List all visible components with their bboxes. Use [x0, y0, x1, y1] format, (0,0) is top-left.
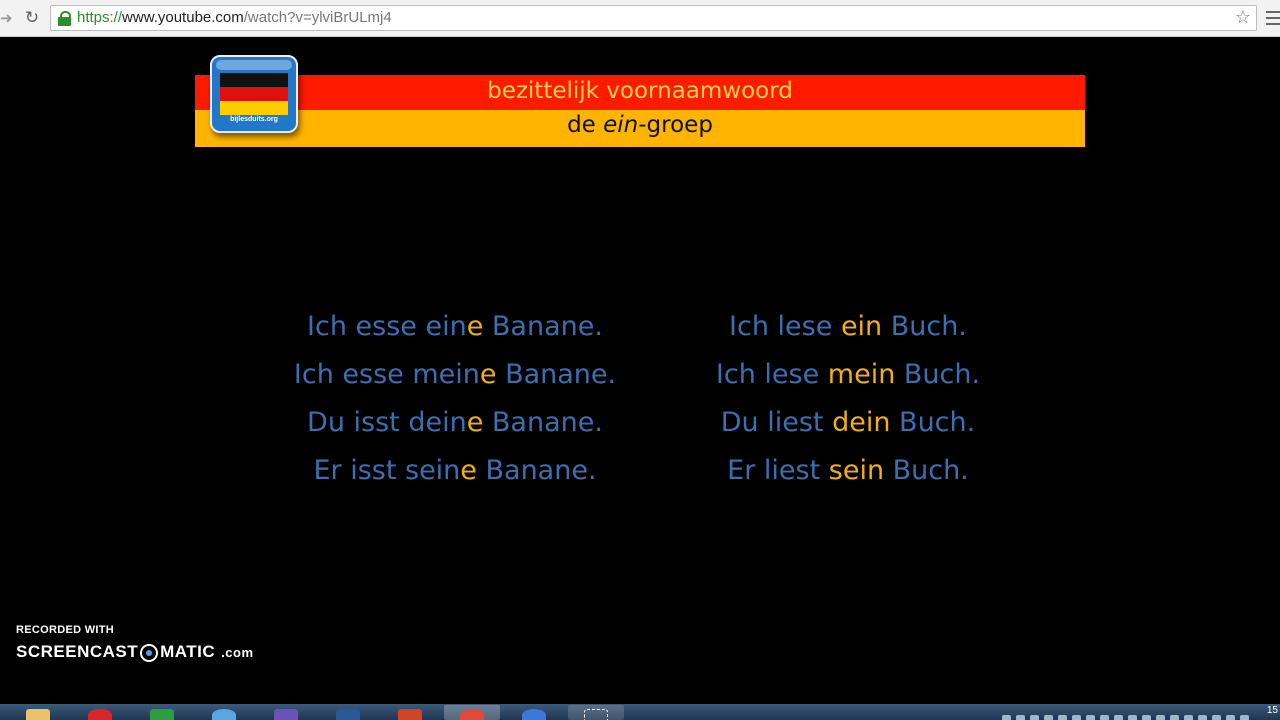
sentence-line: Ich esse eine Banane.: [307, 311, 603, 342]
logo-caption: bijlesduits.org: [230, 116, 278, 123]
subtitle-pre: de: [567, 112, 604, 138]
taskbar-opera-icon[interactable]: [72, 705, 128, 720]
windows-taskbar: 15: [0, 704, 1280, 720]
subtitle-post: -groep: [638, 112, 713, 138]
tray-icon[interactable]: [1142, 715, 1151, 720]
recording-watermark[interactable]: RECORDED WITH SCREENCAST MATIC .com: [16, 624, 254, 662]
tray-icon[interactable]: [1184, 715, 1193, 720]
url-host: www.youtube.com: [122, 9, 244, 26]
sentence-line: Ich esse meine Banane.: [293, 359, 617, 390]
forward-arrow-icon[interactable]: ➜: [0, 9, 14, 27]
taskbar-word-icon[interactable]: [320, 705, 376, 720]
taskbar-app-icon[interactable]: [134, 705, 190, 720]
sentence-line: Er isst seine Banane.: [313, 455, 597, 486]
tray-icon[interactable]: [1128, 715, 1137, 720]
taskbar-clock[interactable]: 15: [1267, 705, 1278, 716]
reload-icon[interactable]: ↻: [22, 8, 42, 28]
sentence-line: Er liest sein Buch.: [727, 455, 969, 486]
tray-icon[interactable]: [1226, 715, 1235, 720]
tray-icon[interactable]: [1072, 715, 1081, 720]
tray-icon[interactable]: [1044, 715, 1053, 720]
taskbar-powerpoint-icon[interactable]: [382, 705, 438, 720]
taskbar-chrome-icon[interactable]: [444, 705, 500, 720]
subtitle-emphasis: ein: [603, 112, 639, 138]
taskbar-explorer-icon[interactable]: [10, 705, 66, 720]
tray-icon[interactable]: [1114, 715, 1123, 720]
url-field[interactable]: https://www.youtube.com/watch?v=ylviBrUL…: [50, 5, 1257, 31]
url-scheme: https://: [77, 9, 123, 26]
sentence-line: Ich lese mein Buch.: [715, 359, 981, 390]
german-flag-logo: bijlesduits.org: [210, 55, 298, 133]
tray-icon[interactable]: [1198, 715, 1207, 720]
system-tray[interactable]: [1002, 709, 1254, 720]
tray-icon[interactable]: [1100, 715, 1109, 720]
taskbar-ie-icon[interactable]: [196, 705, 252, 720]
left-sentence-column: Ich esse eine Banane. Ich esse meine Ban…: [255, 307, 655, 499]
url-text[interactable]: https://www.youtube.com/watch?v=ylviBrUL…: [77, 9, 392, 26]
taskbar-app-icon[interactable]: [506, 705, 562, 720]
watermark-brand: SCREENCAST MATIC .com: [16, 642, 254, 662]
watermark-recorded-with: RECORDED WITH: [16, 624, 115, 636]
lock-icon: [58, 11, 71, 26]
url-path: /watch?v=ylviBrULmj4: [243, 9, 392, 26]
tray-icon[interactable]: [1016, 715, 1025, 720]
tray-icon[interactable]: [1002, 715, 1011, 720]
tray-icon[interactable]: [1170, 715, 1179, 720]
taskbar-app-icon[interactable]: [258, 705, 314, 720]
sentence-line: Du isst deine Banane.: [307, 407, 603, 438]
tray-icon[interactable]: [1058, 715, 1067, 720]
screencast-logo-icon: [140, 643, 159, 662]
slide-banner: bezittelijk voornaamwoord de ein-groep: [195, 75, 1085, 147]
video-frame[interactable]: bezittelijk voornaamwoord de ein-groep b…: [0, 37, 1280, 704]
tray-icon[interactable]: [1030, 715, 1039, 720]
tray-icon[interactable]: [1240, 715, 1249, 720]
sentence-line: Ich lese ein Buch.: [729, 311, 967, 342]
taskbar-snipping-icon[interactable]: [568, 705, 624, 720]
sentence-line: Du liest dein Buch.: [720, 407, 976, 438]
bookmark-star-icon[interactable]: ☆: [1235, 7, 1251, 28]
german-flag-icon: [220, 73, 288, 115]
tray-icon[interactable]: [1212, 715, 1221, 720]
right-sentence-column: Ich lese ein Buch. Ich lese mein Buch. D…: [648, 307, 1048, 499]
browser-address-bar: ➜ ↻ https://www.youtube.com/watch?v=ylvi…: [0, 0, 1280, 37]
slide-title: bezittelijk voornaamwoord: [487, 78, 793, 104]
tray-icon[interactable]: [1086, 715, 1095, 720]
tray-icon[interactable]: [1156, 715, 1165, 720]
browser-menu-icon[interactable]: [1266, 11, 1280, 25]
slide-subtitle: de ein-groep: [195, 112, 1085, 138]
